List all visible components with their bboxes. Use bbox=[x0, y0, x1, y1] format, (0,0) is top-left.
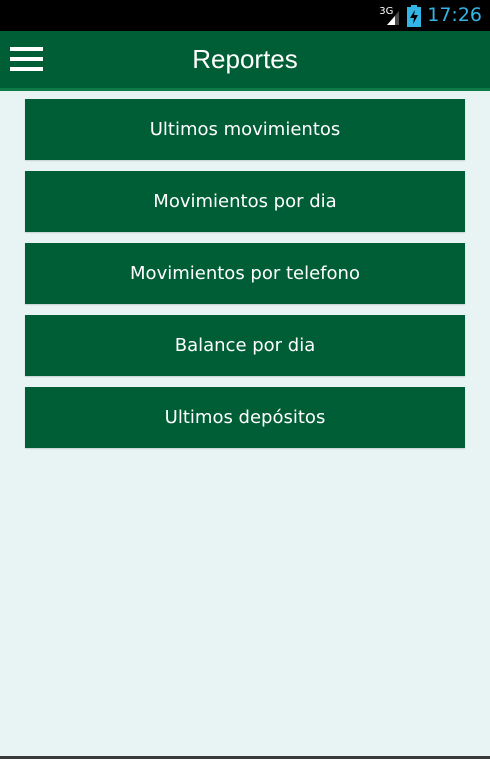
network-type: 3G bbox=[379, 5, 394, 17]
app-bar: Reportes bbox=[0, 31, 490, 91]
report-button-balance-por-dia[interactable]: Balance por dia bbox=[25, 315, 465, 376]
report-button-movimientos-por-dia[interactable]: Movimientos por dia bbox=[25, 171, 465, 232]
status-bar: 3G 17:26 bbox=[0, 0, 490, 31]
report-list: Ultimos movimientos Movimientos por dia … bbox=[25, 99, 465, 459]
report-button-ultimos-depositos[interactable]: Ultimos depósitos bbox=[25, 387, 465, 448]
page-title: Reportes bbox=[192, 44, 298, 74]
clock: 17:26 bbox=[427, 4, 482, 26]
status-icons: 3G 17:26 bbox=[379, 0, 482, 31]
report-button-ultimos-movimientos[interactable]: Ultimos movimientos bbox=[25, 99, 465, 160]
battery-charging-icon bbox=[407, 4, 422, 27]
report-button-movimientos-por-telefono[interactable]: Movimientos por telefono bbox=[25, 243, 465, 304]
signal-indicator: 3G bbox=[379, 5, 401, 27]
